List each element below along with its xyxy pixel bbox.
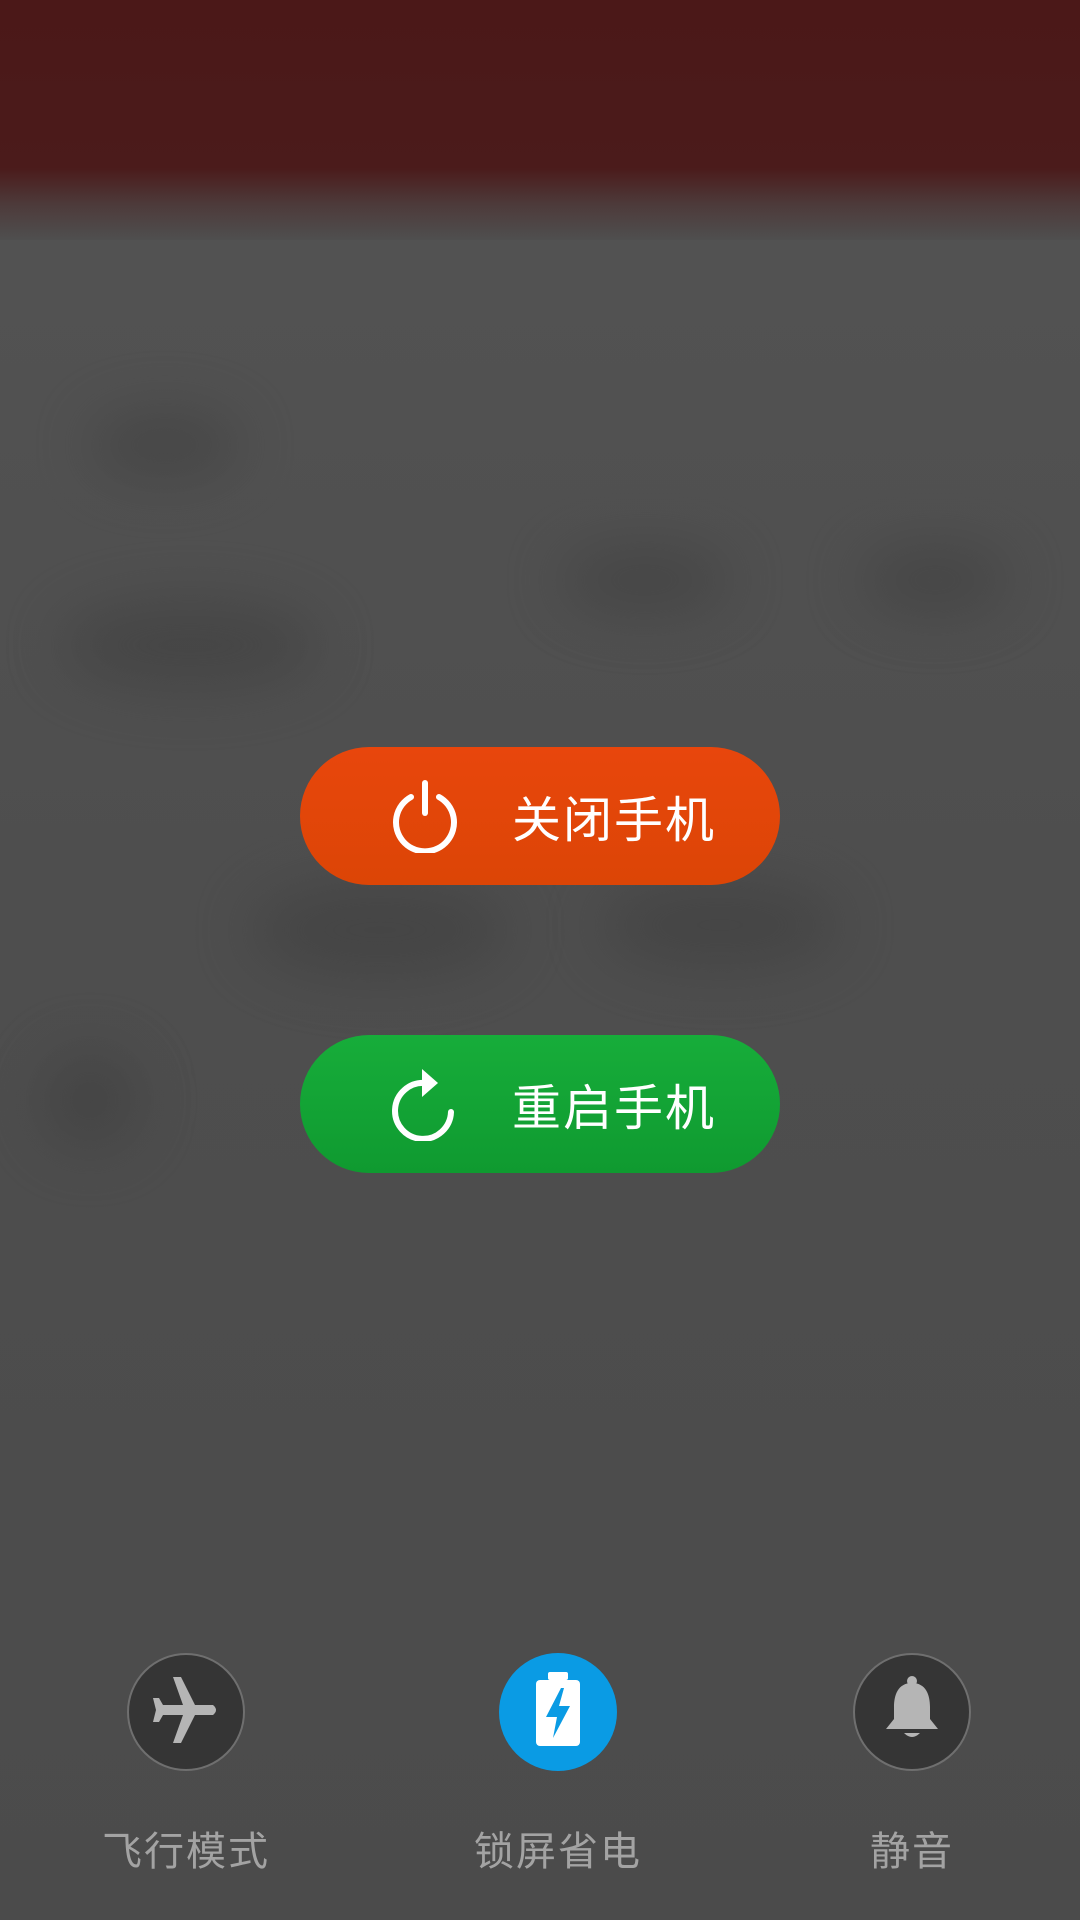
blurred-backdrop-shape bbox=[600, 880, 840, 970]
blurred-backdrop-shape bbox=[40, 1050, 140, 1150]
battery-saver-toggle[interactable]: 锁屏省电 bbox=[438, 1653, 678, 1877]
airplane-mode-label: 飞行模式 bbox=[102, 1829, 270, 1875]
bell-icon bbox=[882, 1675, 942, 1749]
blurred-header-backdrop bbox=[0, 0, 1080, 240]
airplane-mode-circle[interactable] bbox=[127, 1653, 245, 1771]
mute-label: 静音 bbox=[870, 1829, 954, 1875]
blurred-backdrop-shape bbox=[560, 545, 730, 615]
blurred-backdrop-shape bbox=[60, 600, 320, 690]
power-menu-screen: 关闭手机 重启手机 飞行模式 锁屏省电 静音 bbox=[0, 0, 1080, 1920]
battery-saver-circle[interactable] bbox=[499, 1653, 617, 1771]
power-icon bbox=[388, 779, 462, 853]
airplane-icon bbox=[151, 1675, 221, 1749]
airplane-mode-toggle[interactable]: 飞行模式 bbox=[66, 1653, 306, 1877]
battery-saver-label: 锁屏省电 bbox=[474, 1829, 642, 1875]
restart-label: 重启手机 bbox=[512, 1079, 717, 1137]
restart-button[interactable]: 重启手机 bbox=[300, 1035, 780, 1173]
battery-saver-icon bbox=[528, 1670, 588, 1754]
blurred-backdrop-shape bbox=[250, 880, 510, 980]
restart-icon bbox=[388, 1067, 462, 1141]
mute-toggle[interactable]: 静音 bbox=[792, 1653, 1032, 1877]
power-off-button[interactable]: 关闭手机 bbox=[300, 747, 780, 885]
blurred-backdrop-shape bbox=[90, 410, 240, 480]
mute-circle[interactable] bbox=[853, 1653, 971, 1771]
power-off-label: 关闭手机 bbox=[512, 791, 717, 849]
blurred-backdrop-shape bbox=[860, 545, 1010, 615]
